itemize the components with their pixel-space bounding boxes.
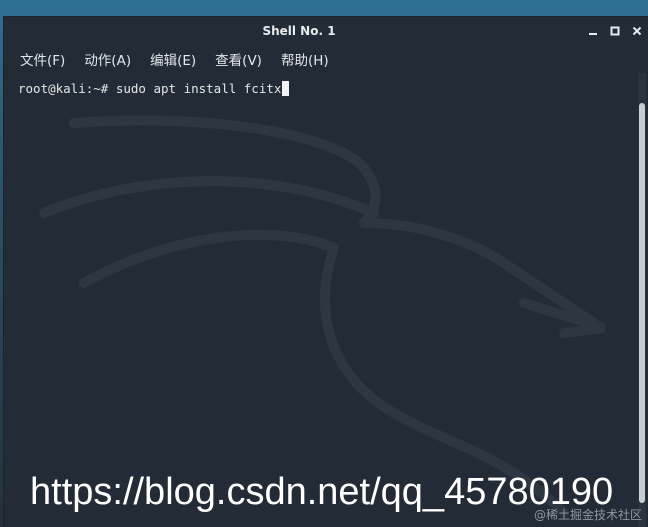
close-icon (632, 26, 642, 36)
terminal-area[interactable]: root@kali:~# sudo apt install fcitx (4, 73, 636, 527)
terminal-window: Shell No. 1 文件(F) 动作(A) 编辑(E) 查看(V) 帮助(H… (4, 17, 648, 527)
window-controls (582, 17, 648, 45)
menu-bar: 文件(F) 动作(A) 编辑(E) 查看(V) 帮助(H) (4, 45, 648, 73)
title-bar[interactable]: Shell No. 1 (4, 17, 648, 45)
menu-file[interactable]: 文件(F) (14, 45, 71, 73)
kali-dragon-icon (39, 115, 606, 518)
terminal-command: sudo apt install fcitx (115, 81, 282, 96)
scroll-thumb[interactable] (639, 103, 645, 503)
minimize-icon (589, 33, 597, 35)
menu-action[interactable]: 动作(A) (78, 45, 137, 73)
watermark-url: https://blog.csdn.net/qq_45780190 (30, 471, 614, 513)
close-button[interactable] (626, 17, 648, 45)
minimize-button[interactable] (582, 17, 604, 45)
scrollbar[interactable] (638, 73, 646, 527)
maximize-button[interactable] (604, 17, 626, 45)
watermark-credit: @稀土掘金技术社区 (533, 508, 642, 522)
maximize-icon (610, 26, 620, 36)
terminal-line: root@kali:~# sudo apt install fcitx (18, 81, 290, 96)
menu-edit[interactable]: 编辑(E) (144, 45, 202, 73)
text-cursor (282, 81, 290, 96)
menu-help[interactable]: 帮助(H) (275, 45, 335, 73)
terminal-prompt: root@kali:~# (18, 81, 116, 96)
menu-view[interactable]: 查看(V) (209, 45, 268, 73)
window-title: Shell No. 1 (262, 24, 336, 38)
